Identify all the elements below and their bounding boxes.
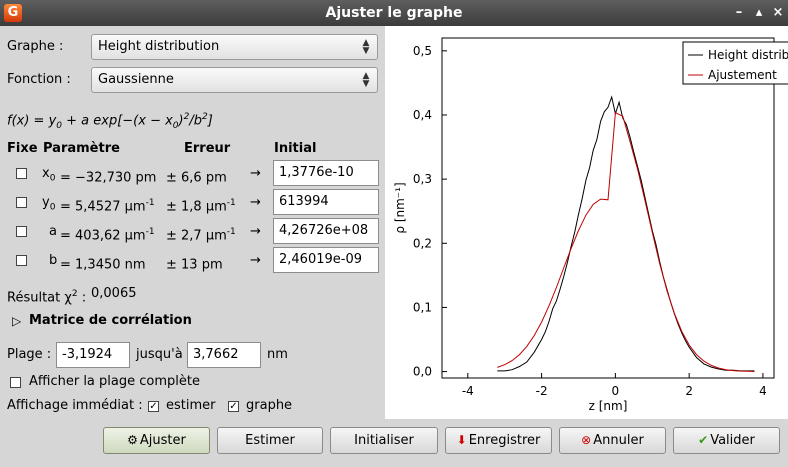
function-select-value: Gaussienne — [98, 72, 174, 87]
fix-a-checkbox[interactable] — [16, 226, 27, 237]
save-button[interactable]: ⬇ Enregistrer — [445, 427, 552, 454]
graph-select-value: Height distribution — [98, 39, 220, 54]
param-error: ± 6,6 pm — [166, 170, 227, 186]
cancel-icon: ⊗ — [581, 433, 592, 447]
y-tick-label: 0,1 — [413, 300, 432, 314]
header-fixe: Fixe — [7, 141, 38, 156]
estimate-button[interactable]: Estimer — [217, 427, 323, 454]
fit-button[interactable]: ⚙ Ajuster — [103, 427, 210, 454]
graph-area[interactable]: -4 -2 0 2 4 0,0 0,1 0,2 0,3 0,4 0,5 z [nm] ρ [nm⁻¹… — [385, 26, 788, 419]
param-value: = 1,3450 nm — [60, 257, 146, 273]
check-icon: ✔ — [698, 433, 709, 447]
x-tick-label: 2 — [685, 384, 693, 398]
param-name: y0 — [42, 195, 56, 213]
estimate-label: estimer — [166, 398, 216, 413]
y-tick-label: 0,3 — [413, 172, 432, 186]
result-value: 0,0065 — [91, 286, 137, 301]
y-tick-label: 0,0 — [413, 365, 432, 379]
x-tick-label: -4 — [462, 384, 474, 398]
minimize-button[interactable]: – — [730, 3, 748, 23]
arrow-icon: → — [250, 195, 261, 210]
fix-b-checkbox[interactable] — [16, 255, 27, 266]
graph-checkbox[interactable]: ✓ — [228, 401, 239, 412]
arrow-icon: → — [250, 224, 261, 239]
combo-arrows-icon: ▲ ▼ — [362, 71, 370, 89]
full-range-checkbox[interactable] — [10, 377, 21, 388]
cancel-button[interactable]: ⊗ Annuler — [559, 427, 666, 454]
x-tick-label: -2 — [536, 384, 548, 398]
save-icon: ⬇ — [456, 433, 467, 447]
header-param: Paramètre — [43, 141, 120, 156]
graph-label: Graphe : — [7, 39, 64, 54]
title-bar: G Ajuster le graphe – ▴ × — [0, 0, 788, 26]
initialize-button[interactable]: Initialiser — [330, 427, 438, 454]
y-axis-label: ρ [nm⁻¹] — [393, 182, 407, 233]
fix-y0-checkbox[interactable] — [16, 197, 27, 208]
fit-curve-line — [497, 111, 755, 372]
function-select[interactable]: Gaussienne ▲ ▼ — [91, 67, 378, 93]
maximize-button[interactable]: ▴ — [750, 3, 768, 23]
param-error: ± 13 pm — [166, 257, 223, 273]
graph-select[interactable]: Height distribution ▲ ▼ — [91, 34, 378, 60]
instant-label: Affichage immédiat : — [7, 398, 143, 413]
fit-chart[interactable]: -4 -2 0 2 4 0,0 0,1 0,2 0,3 0,4 0,5 z [nm] ρ [nm⁻¹… — [385, 26, 788, 419]
header-error: Erreur — [184, 141, 231, 156]
fit-formula: f(x) = y0 + a exp[−(x − x0)2/b2] — [7, 112, 213, 131]
param-value: = 5,4527 μm-1 — [60, 198, 155, 215]
plot-frame — [441, 37, 775, 379]
x-axis-label: z [nm] — [589, 399, 628, 413]
legend-label: Height distribution — [708, 48, 788, 62]
initial-a-input[interactable]: 4,26726e+08 — [273, 218, 379, 244]
range-label: Plage : — [7, 347, 52, 362]
range-from-input[interactable]: -3,1924 — [56, 342, 130, 368]
correlation-expander[interactable]: Matrice de corrélation — [29, 312, 192, 330]
initial-b-input[interactable]: 2,46019e-09 — [273, 247, 379, 273]
param-error: ± 2,7 μm-1 — [166, 227, 236, 244]
expander-arrow-icon[interactable]: ▷ — [12, 312, 21, 330]
y-tick-label: 0,4 — [413, 108, 432, 122]
param-value: = 403,62 μm-1 — [60, 227, 155, 244]
height-distribution-line — [497, 95, 755, 372]
arrow-icon: → — [250, 166, 261, 181]
ok-button[interactable]: ✔ Valider — [673, 427, 780, 454]
window-title: Ajuster le graphe — [325, 5, 463, 21]
x-tick-label: 4 — [759, 384, 767, 398]
function-label: Fonction : — [7, 72, 71, 87]
arrow-icon: → — [250, 253, 261, 268]
chart-legend: Height distribution Ajustement — [682, 41, 788, 85]
fix-x0-checkbox[interactable] — [16, 168, 27, 179]
range-unit: nm — [267, 347, 288, 362]
param-name: a — [49, 224, 57, 239]
fit-icon: ⚙ — [127, 433, 138, 447]
initial-x0-input[interactable]: 1,3776e-10 — [273, 160, 379, 186]
param-value: = −32,730 pm — [60, 170, 157, 186]
y-tick-label: 0,2 — [413, 236, 432, 250]
param-name: b — [49, 253, 58, 268]
estimate-checkbox[interactable]: ✓ — [148, 401, 159, 412]
param-error: ± 1,8 μm-1 — [166, 198, 236, 215]
full-range-label: Afficher la plage complète — [29, 374, 200, 389]
header-initial: Initial — [274, 141, 317, 156]
close-button[interactable]: × — [769, 3, 787, 23]
range-to-label: jusqu'à — [136, 347, 183, 362]
x-tick-label: 0 — [612, 384, 620, 398]
combo-arrows-icon: ▲ ▼ — [362, 38, 370, 56]
legend-label: Ajustement — [708, 68, 777, 82]
result-chi2: Résultat χ2 : — [7, 289, 87, 306]
range-to-input[interactable]: 3,7662 — [187, 342, 261, 368]
initial-y0-input[interactable]: 613994 — [273, 189, 379, 215]
graph-live-label: graphe — [246, 398, 293, 413]
y-tick-label: 0,5 — [413, 44, 432, 58]
param-name: x0 — [42, 166, 56, 184]
